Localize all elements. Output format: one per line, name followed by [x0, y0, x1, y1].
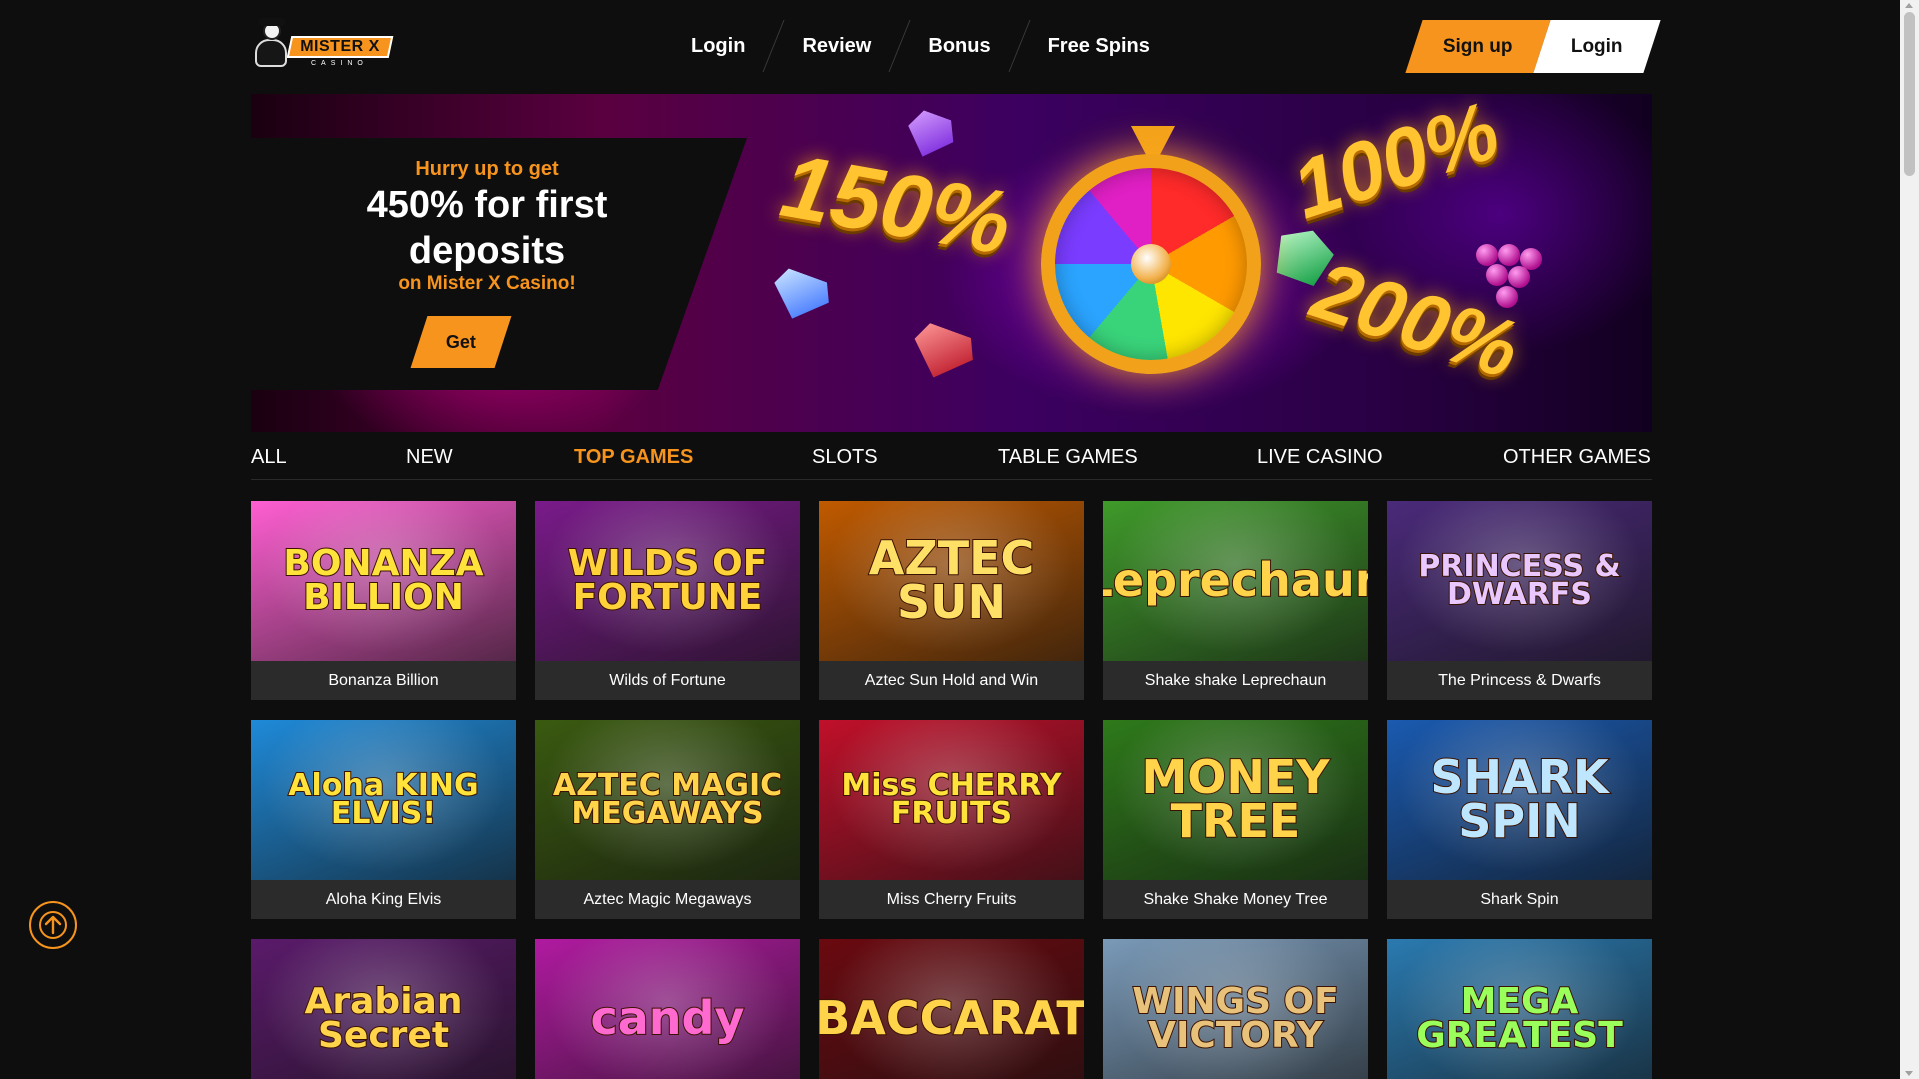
- blue-gem-icon: [765, 265, 835, 328]
- scroll-to-top-button[interactable]: [29, 901, 77, 949]
- arrow-up-icon: [39, 911, 67, 939]
- logo-subtext: CASINO: [311, 60, 368, 67]
- promo-headline: 450% for first deposits: [366, 184, 608, 272]
- game-title[interactable]: Miss Cherry Fruits: [819, 880, 1084, 919]
- game-thumbnail-title: Arabian Secret: [304, 980, 464, 1056]
- page-scrollbar[interactable]: [1900, 0, 1919, 1079]
- tab-new[interactable]: NEW: [406, 446, 453, 469]
- login-button[interactable]: Login: [1533, 20, 1661, 73]
- game-thumbnail-title: AZTEC SUN: [868, 531, 1036, 629]
- scroll-up-arrow-icon[interactable]: [1905, 3, 1913, 8]
- main-nav: Login Review Bonus Free Spins: [663, 20, 1178, 72]
- game-title[interactable]: Bonanza Billion: [251, 661, 516, 700]
- game-thumbnail-title: BACCARAT: [819, 991, 1084, 1046]
- game-title[interactable]: Aztec Sun Hold and Win: [819, 661, 1084, 700]
- game-thumbnail[interactable]: WINGS OF VICTORY: [1103, 939, 1368, 1079]
- game-thumbnail-title: WILDS OF FORTUNE: [567, 542, 769, 618]
- game-card[interactable]: AZTEC SUN Aztec Sun Hold and Win: [819, 501, 1084, 700]
- game-title[interactable]: Shake Shake Money Tree: [1103, 880, 1368, 919]
- fortune-wheel-icon: [1041, 154, 1261, 374]
- game-thumbnail[interactable]: AZTEC SUN: [819, 501, 1084, 661]
- game-card[interactable]: Miss CHERRY FRUITS Miss Cherry Fruits: [819, 720, 1084, 919]
- game-card[interactable]: WINGS OF VICTORY: [1103, 939, 1368, 1079]
- game-thumbnail-title: MONEY TREE: [1140, 750, 1330, 848]
- scroll-down-arrow-icon[interactable]: [1905, 1071, 1913, 1076]
- game-thumbnail[interactable]: SHARK SPIN: [1387, 720, 1652, 880]
- game-thumbnail-title: BONANZA BILLION: [282, 542, 484, 618]
- game-thumbnail-title: Leprechaun: [1103, 553, 1368, 608]
- nav-bonus[interactable]: Bonus: [900, 20, 1018, 72]
- game-thumbnail[interactable]: Arabian Secret: [251, 939, 516, 1079]
- promo-banner[interactable]: 150% 100% 200% Hurry up to get 450% for …: [251, 94, 1652, 432]
- game-thumbnail[interactable]: MONEY TREE: [1103, 720, 1368, 880]
- game-title[interactable]: Wilds of Fortune: [535, 661, 800, 700]
- game-thumbnail[interactable]: WILDS OF FORTUNE: [535, 501, 800, 661]
- tab-other-games[interactable]: OTHER GAMES: [1503, 446, 1651, 469]
- game-thumbnail[interactable]: candy: [535, 939, 800, 1079]
- game-card[interactable]: WILDS OF FORTUNE Wilds of Fortune: [535, 501, 800, 700]
- game-title[interactable]: The Princess & Dwarfs: [1387, 661, 1652, 700]
- mister-x-logo[interactable]: MISTER X CASINO: [251, 18, 396, 72]
- game-card[interactable]: Aloha KING ELVIS! Aloha King Elvis: [251, 720, 516, 919]
- game-thumbnail-title: Aloha KING ELVIS!: [287, 767, 479, 831]
- game-card[interactable]: BONANZA BILLION Bonanza Billion: [251, 501, 516, 700]
- promo-line-1: Hurry up to get: [415, 158, 559, 180]
- tab-slots[interactable]: SLOTS: [812, 446, 878, 469]
- promo-panel: Hurry up to get 450% for first deposits …: [251, 138, 747, 390]
- game-thumbnail[interactable]: BONANZA BILLION: [251, 501, 516, 661]
- game-thumbnail[interactable]: BACCARAT: [819, 939, 1084, 1079]
- game-title[interactable]: Shark Spin: [1387, 880, 1652, 919]
- game-thumbnail-title: PRINCESS & DWARFS: [1417, 548, 1621, 612]
- game-thumbnail-title: WINGS OF VICTORY: [1131, 980, 1339, 1056]
- site-header: MISTER X CASINO Login Review Bonus Free …: [251, 0, 1661, 94]
- game-thumbnail[interactable]: AZTEC MAGIC MEGAWAYS: [535, 720, 800, 880]
- bonus-100: 100%: [1281, 94, 1510, 237]
- mascot-icon: [251, 18, 291, 70]
- tab-table-games[interactable]: TABLE GAMES: [998, 446, 1138, 469]
- game-card[interactable]: Arabian Secret: [251, 939, 516, 1079]
- tab-all[interactable]: ALL: [251, 446, 287, 469]
- game-card[interactable]: SHARK SPIN Shark Spin: [1387, 720, 1652, 919]
- game-categories: ALL NEW TOP GAMES SLOTS TABLE GAMES LIVE…: [251, 432, 1652, 480]
- game-thumbnail-title: SHARK SPIN: [1429, 750, 1609, 848]
- game-thumbnail[interactable]: Miss CHERRY FRUITS: [819, 720, 1084, 880]
- game-card[interactable]: BACCARAT: [819, 939, 1084, 1079]
- game-title[interactable]: Aztec Magic Megaways: [535, 880, 800, 919]
- page-wrapper: MISTER X CASINO Login Review Bonus Free …: [251, 0, 1661, 1079]
- game-card[interactable]: MEGA GREATEST: [1387, 939, 1652, 1079]
- auth-buttons: Sign up Login: [1405, 20, 1661, 73]
- grapes-icon: [1476, 244, 1546, 324]
- logo-text: MISTER X: [300, 38, 380, 55]
- game-thumbnail-title: MEGA GREATEST: [1415, 980, 1624, 1056]
- game-title[interactable]: Shake shake Leprechaun: [1103, 661, 1368, 700]
- signup-button[interactable]: Sign up: [1405, 20, 1551, 73]
- game-thumbnail[interactable]: MEGA GREATEST: [1387, 939, 1652, 1079]
- game-thumbnail-title: candy: [590, 991, 746, 1046]
- red-gem-icon: [904, 320, 979, 388]
- tab-live-casino[interactable]: LIVE CASINO: [1257, 446, 1383, 469]
- bonus-150: 150%: [774, 135, 1019, 275]
- nav-review[interactable]: Review: [774, 20, 899, 72]
- tab-top-games[interactable]: TOP GAMES: [574, 446, 693, 469]
- game-thumbnail-title: Miss CHERRY FRUITS: [840, 767, 1062, 831]
- game-card[interactable]: Leprechaun Shake shake Leprechaun: [1103, 501, 1368, 700]
- game-thumbnail[interactable]: Aloha KING ELVIS!: [251, 720, 516, 880]
- nav-free-spins[interactable]: Free Spins: [1020, 20, 1178, 72]
- game-card[interactable]: PRINCESS & DWARFS The Princess & Dwarfs: [1387, 501, 1652, 700]
- game-title[interactable]: Aloha King Elvis: [251, 880, 516, 919]
- nav-login[interactable]: Login: [663, 20, 773, 72]
- promo-line-3: on Mister X Casino!: [398, 273, 576, 294]
- game-card[interactable]: MONEY TREE Shake Shake Money Tree: [1103, 720, 1368, 919]
- game-card[interactable]: AZTEC MAGIC MEGAWAYS Aztec Magic Megaways: [535, 720, 800, 919]
- game-card[interactable]: candy: [535, 939, 800, 1079]
- game-thumbnail-title: AZTEC MAGIC MEGAWAYS: [552, 767, 783, 831]
- game-thumbnail[interactable]: PRINCESS & DWARFS: [1387, 501, 1652, 661]
- game-thumbnail[interactable]: Leprechaun: [1103, 501, 1368, 661]
- scrollbar-thumb[interactable]: [1904, 12, 1915, 176]
- get-bonus-button[interactable]: Get: [410, 316, 512, 368]
